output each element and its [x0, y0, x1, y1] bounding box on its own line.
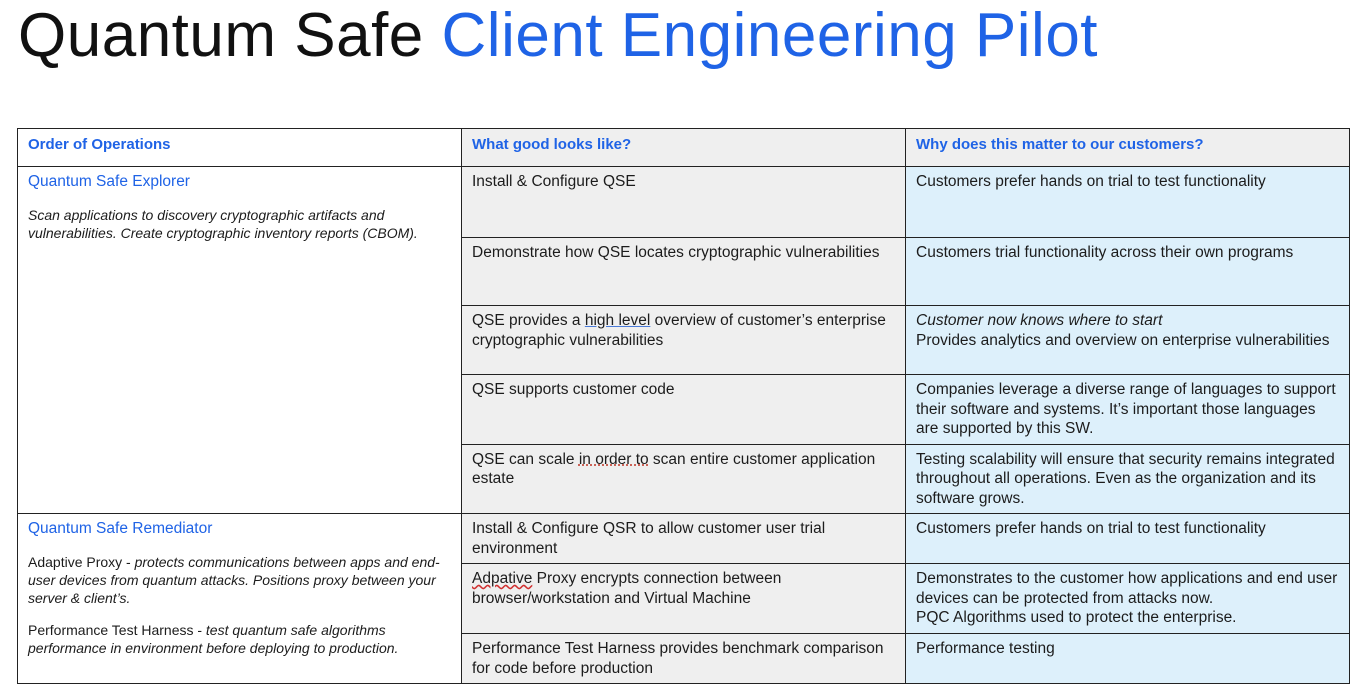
why-italic-line: Customer now knows where to start	[916, 312, 1163, 329]
section-explorer-cell: Quantum Safe Explorer Scan applications …	[17, 166, 462, 514]
section-title: Quantum Safe Remediator	[28, 520, 213, 537]
good-cell: Performance Test Harness provides benchm…	[461, 633, 906, 684]
good-cell: QSE can scale in order to scan entire cu…	[461, 443, 906, 514]
why-cell: Demonstrates to the customer how applica…	[905, 563, 1350, 634]
good-cell: Demonstrate how QSE locates cryptographi…	[461, 237, 906, 306]
section-title: Quantum Safe Explorer	[28, 173, 190, 190]
why-text: Demonstrates to the customer how applica…	[916, 570, 1338, 607]
header-what-good-looks-like: What good looks like?	[461, 128, 906, 167]
header-why-it-matters: Why does this matter to our customers?	[905, 128, 1350, 167]
why-cell: Companies leverage a diverse range of la…	[905, 374, 1350, 445]
why-cell: Testing scalability will ensure that sec…	[905, 443, 1350, 514]
why-cell: Customers prefer hands on trial to test …	[905, 166, 1350, 238]
adaptive-proxy-description: Adaptive Proxy - protects communications…	[28, 553, 451, 607]
para-label: Adaptive Proxy -	[28, 553, 135, 570]
table-row: Quantum Safe Remediator Adaptive Proxy -…	[17, 513, 1350, 684]
underlined-text: high level	[584, 312, 651, 329]
why-text-2: PQC Algorithms used to protect the enter…	[916, 609, 1237, 626]
good-cell: QSE supports customer code	[461, 374, 906, 445]
table-header-row: Order of Operations What good looks like…	[17, 128, 1350, 167]
section-description: Scan applications to discovery cryptogra…	[28, 206, 418, 241]
good-cell: Install & Configure QSR to allow custome…	[461, 513, 906, 564]
why-cell: Customers prefer hands on trial to test …	[905, 513, 1350, 564]
slide-title: Quantum Safe Client Engineering Pilot	[18, 0, 1098, 72]
table-row: Quantum Safe Explorer Scan applications …	[17, 166, 1350, 514]
misspelled-text: Adpative	[472, 570, 533, 587]
good-cell: QSE provides a high level overview of cu…	[461, 305, 906, 375]
title-part-2: Client Engineering Pilot	[441, 1, 1099, 70]
header-order-of-operations: Order of Operations	[17, 128, 462, 167]
text-fragment: QSE can scale	[472, 450, 579, 468]
section-remediator-cell: Quantum Safe Remediator Adaptive Proxy -…	[17, 513, 462, 684]
why-cell: Performance testing	[905, 633, 1350, 684]
good-cell: Adpative Proxy encrypts connection betwe…	[461, 563, 906, 634]
why-text: Provides analytics and overview on enter…	[916, 331, 1330, 349]
test-harness-description: Performance Test Harness - test quantum …	[28, 621, 451, 657]
operations-table: Order of Operations What good looks like…	[17, 128, 1350, 684]
why-cell: Customer now knows where to start Provid…	[905, 305, 1350, 375]
good-cell: Install & Configure QSE	[461, 166, 906, 238]
underlined-text: in order to	[578, 450, 649, 468]
title-part-1: Quantum Safe	[18, 1, 424, 70]
why-cell: Customers trial functionality across the…	[905, 237, 1350, 306]
text-fragment: QSE provides a	[472, 312, 585, 329]
para-label: Performance Test Harness -	[28, 621, 206, 638]
